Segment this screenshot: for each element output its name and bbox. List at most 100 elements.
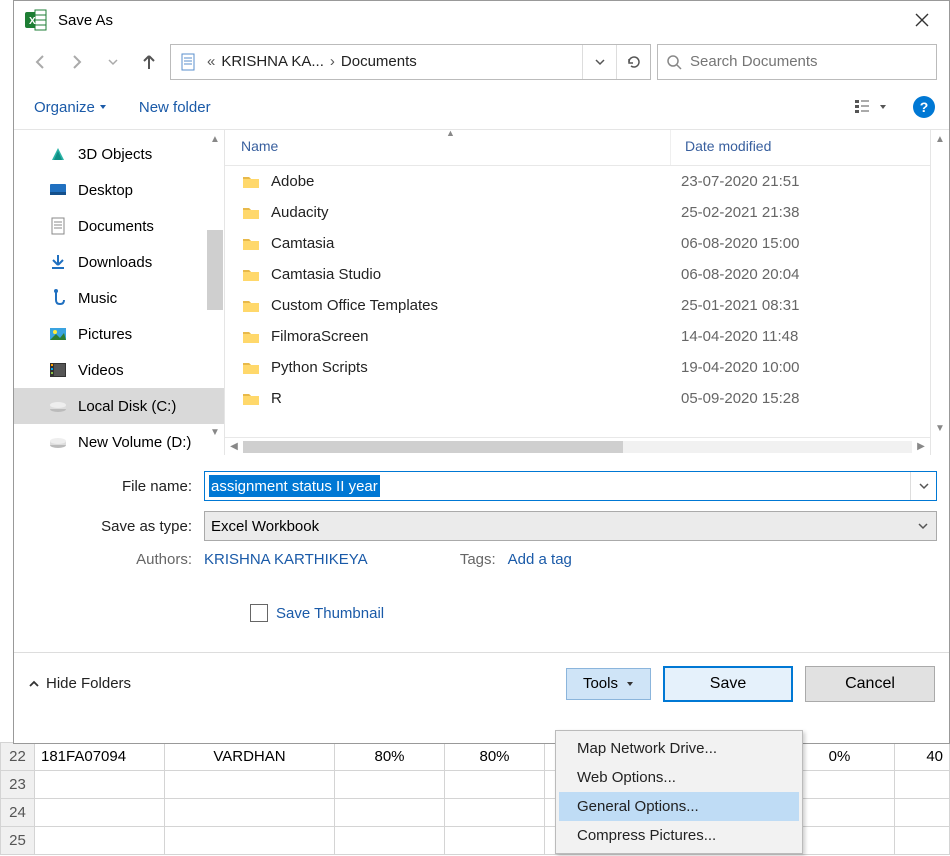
- sheet-row[interactable]: 22 181FA07094 VARDHAN 80% 80% 0% 40: [1, 743, 950, 771]
- scroll-right-icon[interactable]: ▶: [912, 441, 930, 452]
- file-row[interactable]: Camtasia06-08-2020 15:00: [225, 228, 930, 259]
- sidebar-scrollbar[interactable]: ▲ ▼: [206, 130, 224, 441]
- sidebar-item[interactable]: New Volume (D:): [14, 424, 224, 460]
- sidebar-item[interactable]: Documents: [14, 208, 224, 244]
- tools-menu-item[interactable]: General Options...: [559, 792, 799, 821]
- row-header[interactable]: 24: [1, 799, 35, 827]
- cell[interactable]: 80%: [445, 743, 545, 771]
- file-name-input[interactable]: assignment status II year: [204, 471, 937, 501]
- save-thumbnail-checkbox[interactable]: [250, 604, 268, 622]
- file-row[interactable]: FilmoraScreen14-04-2020 11:48: [225, 321, 930, 352]
- tools-menu-item[interactable]: Compress Pictures...: [559, 821, 799, 850]
- file-name: Python Scripts: [271, 359, 681, 376]
- sidebar-item-label: Pictures: [78, 326, 132, 343]
- file-name-value[interactable]: assignment status II year: [209, 475, 380, 497]
- location-icon: [175, 48, 203, 76]
- sidebar: 3D ObjectsDesktopDocuments Downloads Music…: [14, 130, 224, 455]
- scroll-up-icon[interactable]: ▲: [931, 130, 949, 148]
- column-name-header[interactable]: ▲ Name: [231, 130, 671, 165]
- file-name: R: [271, 390, 681, 407]
- tags-input[interactable]: Add a tag: [508, 551, 572, 568]
- type-dropdown-icon[interactable]: [910, 512, 936, 540]
- search-input[interactable]: [690, 53, 928, 70]
- sidebar-item[interactable]: 3D Objects: [14, 136, 224, 172]
- help-button[interactable]: ?: [913, 96, 935, 118]
- sidebar-item-label: Downloads: [78, 254, 152, 271]
- row-header[interactable]: 25: [1, 827, 35, 855]
- file-row[interactable]: Python Scripts19-04-2020 10:00: [225, 352, 930, 383]
- sheet-row[interactable]: 24: [1, 799, 950, 827]
- recent-dropdown[interactable]: [98, 47, 128, 77]
- tools-menu-item[interactable]: Web Options...: [559, 763, 799, 792]
- sidebar-item-icon: [48, 144, 68, 164]
- sidebar-item-icon: [48, 396, 68, 416]
- scroll-track[interactable]: [243, 441, 912, 453]
- breadcrumb-prefix[interactable]: «: [207, 45, 215, 79]
- scroll-left-icon[interactable]: ◀: [225, 441, 243, 452]
- authors-value[interactable]: KRISHNA KARTHIKEYA: [204, 551, 368, 568]
- scroll-thumb[interactable]: [243, 441, 623, 453]
- sheet-row[interactable]: 25: [1, 827, 950, 855]
- scroll-down-icon[interactable]: ▼: [206, 423, 224, 441]
- file-row[interactable]: Custom Office Templates25-01-2021 08:31: [225, 290, 930, 321]
- dialog-footer: Hide Folders Tools Save Cancel: [14, 652, 949, 714]
- titlebar: X Save As: [14, 1, 949, 39]
- breadcrumb-part[interactable]: KRISHNA KA...: [215, 45, 330, 79]
- cell[interactable]: 181FA07094: [35, 743, 165, 771]
- file-row[interactable]: R05-09-2020 15:28: [225, 383, 930, 414]
- cancel-button[interactable]: Cancel: [805, 666, 935, 702]
- scroll-down-icon[interactable]: ▼: [931, 419, 949, 437]
- sidebar-item-icon: [48, 288, 68, 308]
- organize-button[interactable]: Organize: [28, 95, 113, 120]
- tools-menu-item[interactable]: Map Network Drive...: [559, 734, 799, 763]
- file-row[interactable]: Audacity25-02-2021 21:38: [225, 197, 930, 228]
- file-name: Camtasia Studio: [271, 266, 681, 283]
- folder-icon: [241, 203, 261, 223]
- spreadsheet-background: 22 181FA07094 VARDHAN 80% 80% 0% 40 23 2…: [0, 742, 950, 856]
- save-thumbnail-label[interactable]: Save Thumbnail: [276, 605, 384, 622]
- file-row[interactable]: Adobe23-07-2020 21:51: [225, 166, 930, 197]
- address-dropdown[interactable]: [582, 45, 616, 79]
- cell[interactable]: 40: [895, 743, 950, 771]
- new-folder-button[interactable]: New folder: [133, 95, 217, 120]
- address-bar[interactable]: « KRISHNA KA... › Documents: [170, 44, 651, 80]
- column-headers: ▲ Name Date modified: [225, 130, 930, 166]
- up-button[interactable]: [134, 47, 164, 77]
- row-header[interactable]: 22: [1, 743, 35, 771]
- sidebar-item[interactable]: Downloads: [14, 244, 224, 280]
- spreadsheet-grid[interactable]: 22 181FA07094 VARDHAN 80% 80% 0% 40 23 2…: [0, 742, 950, 855]
- sidebar-item-icon: [48, 324, 68, 344]
- refresh-button[interactable]: [616, 45, 650, 79]
- horizontal-scrollbar[interactable]: ◀ ▶: [225, 437, 930, 455]
- view-button[interactable]: [849, 95, 893, 119]
- breadcrumb-part[interactable]: Documents: [335, 45, 423, 79]
- file-date: 14-04-2020 11:48: [681, 328, 798, 345]
- sort-indicator-icon: ▲: [446, 128, 455, 138]
- tools-menu: Map Network Drive...Web Options...Genera…: [555, 730, 803, 854]
- cell[interactable]: 80%: [335, 743, 445, 771]
- cell[interactable]: VARDHAN: [165, 743, 335, 771]
- folder-icon: [241, 327, 261, 347]
- save-button[interactable]: Save: [663, 666, 793, 702]
- sidebar-item[interactable]: Pictures: [14, 316, 224, 352]
- file-date: 23-07-2020 21:51: [681, 173, 799, 190]
- sidebar-item[interactable]: Desktop: [14, 172, 224, 208]
- search-box[interactable]: [657, 44, 937, 80]
- file-row[interactable]: Camtasia Studio06-08-2020 20:04: [225, 259, 930, 290]
- save-as-type-select[interactable]: Excel Workbook: [204, 511, 937, 541]
- scroll-thumb[interactable]: [207, 230, 223, 310]
- back-button[interactable]: [26, 47, 56, 77]
- vertical-scrollbar[interactable]: ▲ ▼: [931, 130, 949, 455]
- hide-folders-button[interactable]: Hide Folders: [28, 675, 131, 692]
- row-header[interactable]: 23: [1, 771, 35, 799]
- sidebar-item[interactable]: Music: [14, 280, 224, 316]
- scroll-up-icon[interactable]: ▲: [206, 130, 224, 148]
- sidebar-item[interactable]: Local Disk (C:): [14, 388, 224, 424]
- forward-button[interactable]: [62, 47, 92, 77]
- sidebar-item[interactable]: Videos: [14, 352, 224, 388]
- close-button[interactable]: [899, 4, 945, 36]
- column-date-header[interactable]: Date modified: [671, 130, 930, 165]
- file-name-dropdown[interactable]: [910, 472, 936, 500]
- sheet-row[interactable]: 23: [1, 771, 950, 799]
- tools-button[interactable]: Tools: [566, 668, 651, 700]
